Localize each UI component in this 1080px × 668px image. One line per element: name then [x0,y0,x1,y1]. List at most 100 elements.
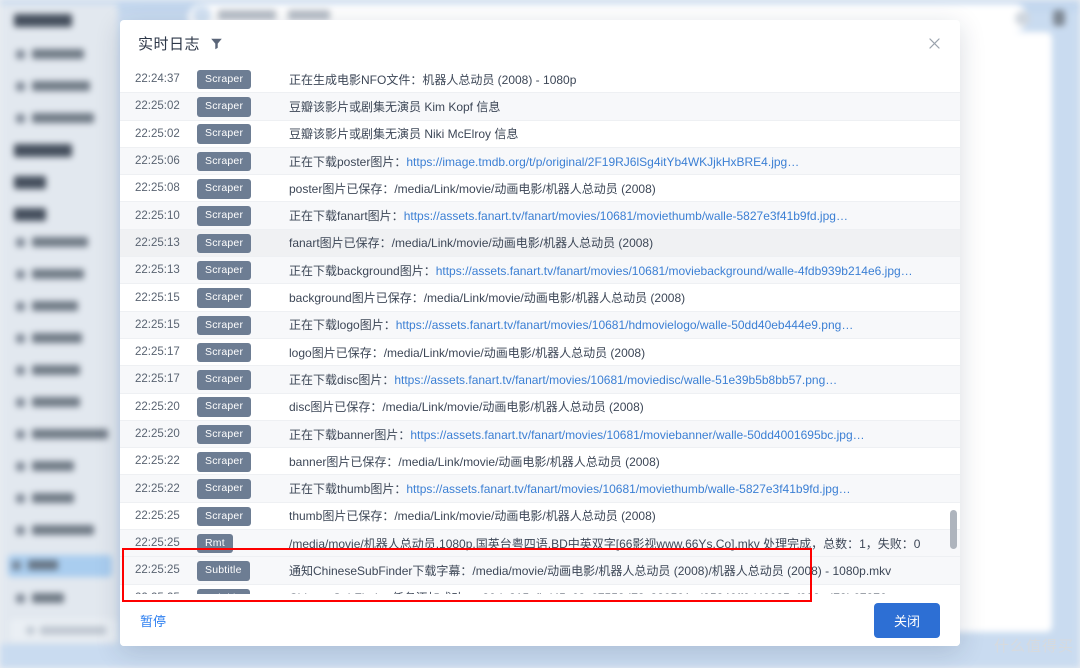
filter-funnel-icon[interactable] [210,37,223,50]
log-message-url[interactable]: https://assets.fanart.tv/fanart/movies/1… [406,482,850,496]
sidebar-item-label [28,560,58,570]
log-message: background图片已保存：/media/Link/movie/动画电影/机… [289,289,932,306]
log-message-text: disc图片已保存：/media/Link/movie/动画电影/机器人总动员 … [289,400,644,415]
log-source-badge: Scraper [197,206,252,226]
sidebar-item-icon [16,462,25,471]
log-badge-cell: Scraper [197,342,289,363]
sidebar-item-10[interactable] [12,456,112,478]
sidebar-item-icon [16,238,25,247]
log-badge-cell: Scraper [197,478,289,499]
log-message-url[interactable]: https://assets.fanart.tv/fanart/movies/1… [404,209,848,223]
log-row[interactable]: 22:25:06 Scraper 正在下载poster图片：https://imag… [120,147,960,176]
log-row[interactable]: 22:25:25 Rmt/media/movie/机器人总动员.1080p.国英台… [120,530,960,558]
log-message-text: 正在下载logo图片： [289,318,396,333]
sidebar-item-icon [16,270,25,279]
log-timestamp: 22:25:13 [135,264,180,277]
log-row[interactable]: 22:25:08 Scraper poster图片已保存：/media/Link/m… [120,175,960,203]
sidebar-item-14[interactable] [12,588,112,610]
close-x-icon[interactable] [924,33,944,53]
log-row[interactable]: 22:25:25 Subtitle 通知ChineseSubFinder下载字幕：/… [120,557,960,585]
log-source-badge: Scraper [197,506,252,527]
log-row[interactable]: 22:25:20 Scraper disc图片已保存：/media/Link/mov… [120,393,960,421]
log-message-url[interactable]: https://assets.fanart.tv/fanart/movies/1… [410,428,864,442]
log-message-url[interactable]: https://image.tmdb.org/t/p/original/2F19… [406,155,799,169]
log-badge-cell: Scraper [197,123,289,144]
sidebar-item-9[interactable] [12,424,112,446]
sidebar-item-13[interactable] [8,555,112,577]
log-list-body: 22:24:37 Scraper 正在生成电影NFO文件：机器人总动员 (2008)… [120,66,960,594]
log-message-url[interactable]: https://assets.fanart.tv/fanart/movies/1… [436,264,913,278]
log-message-url[interactable]: https://assets.fanart.tv/fanart/movies/1… [396,318,854,332]
background-breadcrumb-item-2 [288,10,330,20]
sidebar-item-label [32,461,74,471]
log-row[interactable]: 22:25:10 Scraper 正在下载fanart图片：https://asse… [120,202,960,230]
log-message-url[interactable]: https://assets.fanart.tv/fanart/movies/1… [394,373,837,387]
sidebar-item-2[interactable] [12,108,112,130]
log-row[interactable]: 22:25:20 Scraper 正在下载banner图片：https://asse… [120,420,960,449]
sidebar-item-5[interactable] [12,296,112,318]
log-scrollbar-thumb[interactable] [950,509,957,550]
log-badge-cell: Scraper [197,151,289,172]
log-message: ChineseSubFinder 任务添加成功：a80da315efbd45c6… [289,589,932,594]
log-message-text: 正在生成电影NFO文件：机器人总动员 (2008) - 1080p [289,72,577,87]
sidebar-item-label [32,333,82,343]
pause-log-button[interactable]: 暂停 [140,611,166,630]
log-row[interactable]: 22:25:22 Scraper banner图片已保存：/media/Link/m… [120,448,960,476]
log-message-text: fanart图片已保存：/media/Link/movie/动画电影/机器人总动… [289,236,654,251]
log-row[interactable]: 22:25:13 Scraper fanart图片已保存：/media/Link/m… [120,229,960,258]
log-badge-cell: Rmt [197,533,289,554]
log-source-badge: Scraper [197,124,252,144]
sidebar-item-icon [16,334,25,343]
log-row[interactable]: 22:25:15 Scraper background图片已保存：/media/Li… [120,284,960,312]
sidebar-item-11[interactable] [12,488,112,510]
sidebar-item-label [32,49,84,59]
close-dialog-button[interactable]: 关闭 [873,603,940,638]
sidebar-item-label [32,237,88,247]
log-row[interactable]: 22:25:02 Scraper 豆瓣该影片或剧集无演员 Niki McElroy … [120,120,960,148]
log-scrollbar-track[interactable] [949,66,958,594]
log-source-badge: Rmt [197,533,233,554]
sidebar-item-4[interactable] [12,264,112,286]
sidebar-item-icon [16,50,25,59]
sidebar-item-6[interactable] [12,328,112,350]
dialog-footer: 暂停 关闭 [120,594,960,646]
dialog-header: 实时日志 [120,20,960,66]
dialog-title: 实时日志 [138,35,201,53]
sidebar-item-label [32,365,80,375]
log-row[interactable]: 22:25:25Subtitle ChineseSubFinder 任务添加成功：… [120,584,960,594]
sidebar-item-0[interactable] [12,44,112,66]
log-row[interactable]: 22:25:02 Scraper 豆瓣该影片或剧集无演员 Kim Kopf 信息 [120,93,960,121]
sidebar-item-label [32,113,94,123]
log-row[interactable]: 22:25:17 Scraper logo图片已保存：/media/Link/mov… [120,338,960,367]
log-badge-cell: Scraper [197,396,289,417]
log-message-text: 豆瓣该影片或剧集无演员 Niki McElroy 信息 [289,127,519,142]
sidebar-item-7[interactable] [12,360,112,382]
log-row[interactable]: 22:25:17 Scraper 正在下载disc图片：https://assets… [120,366,960,394]
sidebar-item-icon [16,398,25,407]
log-badge-cell: Scraper [197,506,289,527]
log-source-badge: Scraper [197,424,252,445]
background-search-icon [1015,11,1030,26]
log-timestamp: 22:24:37 [135,73,180,86]
log-source-badge: Subtitle [197,588,250,594]
sidebar-item-1[interactable] [12,76,112,98]
log-message: disc图片已保存：/media/Link/movie/动画电影/机器人总动员 … [289,398,932,415]
log-row[interactable]: 22:25:22 Scraper 正在下载thumb图片：https://asset… [120,475,960,503]
sidebar-item-icon [16,114,25,123]
log-rows-container[interactable]: 22:24:37 Scraper 正在生成电影NFO文件：机器人总动员 (2008)… [120,66,960,594]
sidebar-item-8[interactable] [12,392,112,414]
log-row[interactable]: 22:25:15 Scraper 正在下载logo图片：https://assets… [120,311,960,339]
sidebar-group-title [14,14,72,27]
sidebar-item-icon [16,366,25,375]
info-icon [26,626,35,635]
log-row[interactable]: 22:24:37 Scraper 正在生成电影NFO文件：机器人总动员 (2008)… [120,66,960,94]
sidebar[interactable] [0,4,118,644]
log-message-text: /media/movie/机器人总动员.1080p.国英台粤四语.BD中英双字[… [289,536,921,551]
sidebar-item-label [32,593,64,603]
log-source-badge: Scraper [197,452,252,472]
log-row[interactable]: 22:25:13 Scraper 正在下载background图片：https://… [120,257,960,285]
log-timestamp: 22:25:25 [135,564,180,577]
sidebar-item-12[interactable] [12,520,112,542]
sidebar-item-3[interactable] [12,232,112,254]
log-row[interactable]: 22:25:25 Scraper thumb图片已保存：/media/Link/mo… [120,502,960,531]
